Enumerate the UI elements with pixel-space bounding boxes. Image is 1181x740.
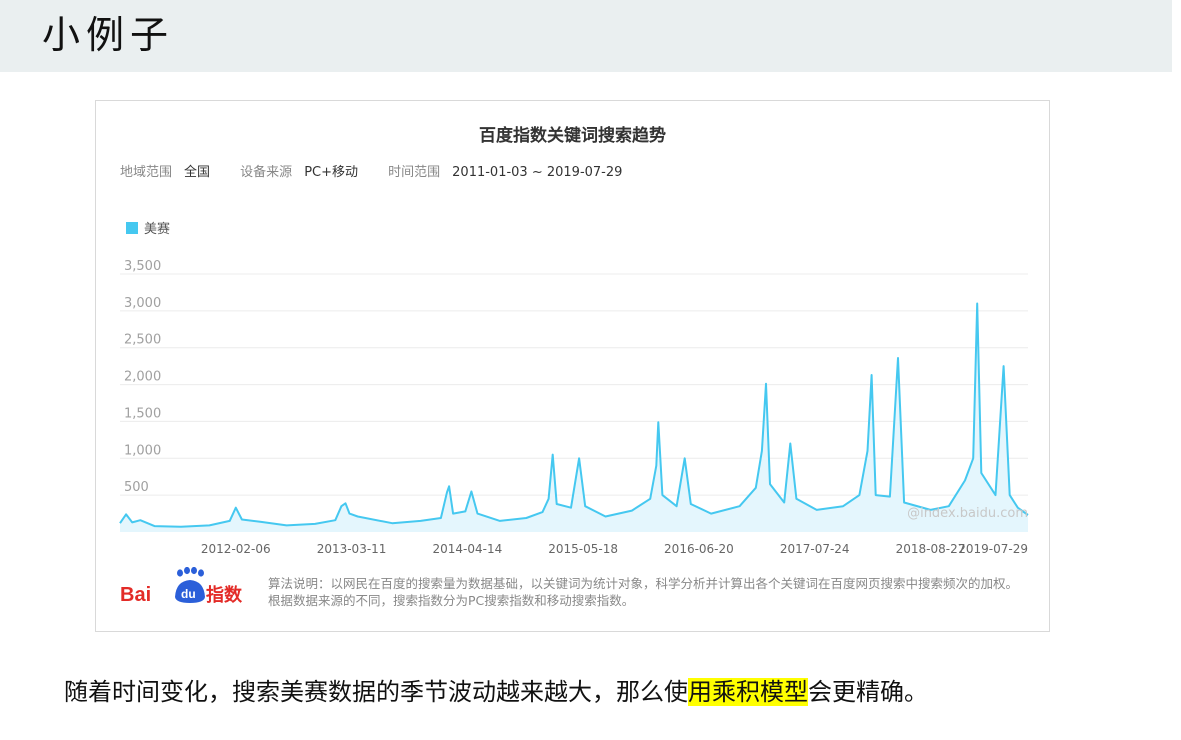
slide-title: 小例子 (42, 13, 175, 57)
series-area-fill (120, 303, 1028, 532)
title-band (0, 0, 1172, 72)
y-axis-ticks: 500 1,000 1,500 2,000 2,500 3,000 3,500 (124, 259, 161, 495)
logo-du: du (181, 587, 196, 601)
y-tick-label: 500 (124, 480, 149, 495)
caption-after: 会更精确。 (808, 678, 928, 706)
x-axis-ticks: 2012-02-06 2013-03-11 2014-04-14 2015-05-18… (201, 542, 1028, 556)
watermark-text: @index.baidu.com (907, 506, 1028, 521)
logo-bai: Bai (120, 584, 151, 606)
x-tick-label: 2013-03-11 (317, 542, 387, 556)
y-tick-label: 3,500 (124, 259, 161, 274)
caption-highlight: 用乘积模型 (688, 678, 808, 706)
caption-text: 随着时间变化，搜索美赛数据的季节波动越来越大，那么使用乘积模型会更精确。 (64, 672, 928, 707)
x-tick-label: 2012-02-06 (201, 542, 271, 556)
logo-zhishu: 指数 (206, 584, 243, 606)
x-tick-label: 2016-06-20 (664, 542, 734, 556)
y-tick-label: 1,500 (124, 406, 161, 421)
y-tick-label: 2,500 (124, 333, 161, 348)
y-tick-label: 2,000 (124, 370, 161, 385)
algorithm-note: 算法说明：以网民在百度的搜索量为数据基础，以关键词为统计对象，科学分析并计算出各… (268, 576, 1019, 608)
y-tick-label: 3,000 (124, 296, 161, 311)
x-tick-label: 2018-08-27 (896, 542, 966, 556)
x-tick-label: 2015-05-18 (548, 542, 618, 556)
x-tick-label: 2014-04-14 (432, 542, 502, 556)
y-tick-label: 1,000 (124, 443, 161, 458)
caption-before: 随着时间变化，搜索美赛数据的季节波动越来越大，那么使 (64, 678, 688, 706)
x-tick-label: 2017-07-24 (780, 542, 850, 556)
baidu-index-logo: Bai du 指数 (120, 567, 243, 606)
x-tick-label: 2019-07-29 (958, 542, 1028, 556)
baidu-index-chart-card: 百度指数关键词搜索趋势 地域范围 全国 设备来源 PC+移动 时间范围 2011-01… (95, 100, 1050, 632)
line-chart-plot: 500 1,000 1,500 2,000 2,500 3,000 3,500 2012-0… (119, 259, 1029, 556)
